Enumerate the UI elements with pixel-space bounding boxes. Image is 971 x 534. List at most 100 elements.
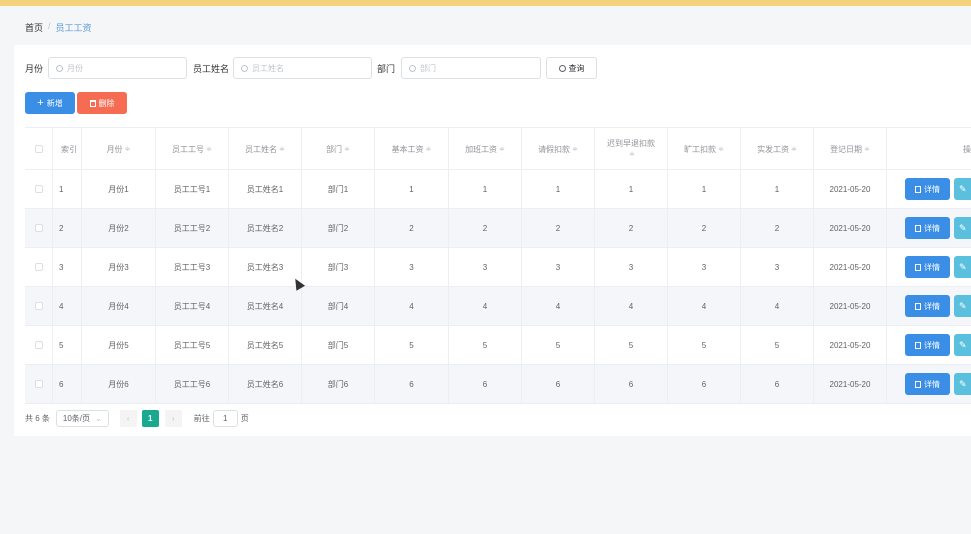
search-icon [241, 64, 248, 72]
edit-button[interactable]: ✎ [954, 256, 971, 278]
department-input[interactable]: 部门 [401, 57, 541, 79]
goto-page-input[interactable]: 1 [212, 409, 238, 427]
cell-leave: 2 [522, 209, 595, 247]
row-checkbox[interactable] [34, 341, 43, 349]
header-leave-deduction[interactable]: 请假扣款 ≑ [522, 128, 595, 170]
cell-emp-name: 员工姓名6 [229, 365, 302, 403]
row-checkbox[interactable] [34, 302, 43, 310]
sort-icon[interactable]: ≑ [864, 144, 870, 155]
cell-emp-name: 员工姓名4 [229, 287, 302, 325]
detail-button[interactable]: 详情 [905, 256, 950, 278]
table-header: 索引 月份 ≑ 员工工号 ≑ 员工姓名 ≑ 部门 ≑ 基本工资 ≑ 加班工资 ≑ 请假扣款 ≑… [25, 127, 971, 170]
edit-button[interactable]: ✎ [954, 295, 971, 317]
header-register-date[interactable]: 登记日期 ≑ [814, 128, 887, 170]
sort-icon[interactable]: ≑ [426, 144, 432, 155]
detail-button[interactable]: 详情 [905, 334, 950, 356]
month-placeholder: 月份 [67, 63, 83, 73]
header-month[interactable]: 月份 ≑ [82, 128, 156, 170]
edit-button[interactable]: ✎ [954, 334, 971, 356]
header-actual-pay[interactable]: 实发工资 ≑ [741, 128, 814, 170]
select-all-checkbox[interactable] [34, 145, 43, 153]
edit-icon: ✎ [959, 339, 967, 350]
toolbar: + 新增 删除 [25, 92, 127, 114]
breadcrumb-current[interactable]: 员工工资 [56, 21, 92, 34]
row-checkbox[interactable] [34, 380, 43, 388]
page-size-select[interactable]: 10条/页 ⌄ [55, 409, 109, 427]
goto-label: 前往 [193, 413, 210, 423]
sort-icon[interactable]: ≑ [344, 144, 350, 155]
next-page-button[interactable]: › [164, 409, 182, 427]
delete-button[interactable]: 删除 [77, 92, 127, 114]
cell-dept: 部门5 [302, 326, 375, 364]
employee-name-input[interactable]: 员工姓名 [233, 57, 372, 79]
page-number-current[interactable]: 1 [141, 409, 159, 427]
month-label: 月份 [25, 63, 44, 74]
cell-absent: 4 [668, 287, 741, 325]
header-employee-no[interactable]: 员工工号 ≑ [156, 128, 229, 170]
sort-icon[interactable]: ≑ [279, 144, 285, 155]
cell-index: 6 [53, 365, 82, 403]
cell-emp-no: 员工工号2 [156, 209, 229, 247]
header-employee-name[interactable]: 员工姓名 ≑ [229, 128, 302, 170]
employee-name-label: 员工姓名 [193, 63, 230, 74]
cell-base: 6 [375, 365, 449, 403]
page-size-value: 10条/页 [62, 413, 91, 423]
month-input[interactable]: 月份 [48, 57, 187, 79]
edit-icon: ✎ [959, 300, 967, 311]
table-row: 1 月份1 员工工号1 员工姓名1 部门1 1 1 1 1 1 1 2021-05-20 详情 ✎ [25, 170, 971, 209]
table-row: 3 月份3 员工工号3 员工姓名3 部门3 3 3 3 3 3 3 2021-05-20 详情 ✎ [25, 248, 971, 287]
cell-overtime: 3 [449, 248, 522, 286]
detail-button[interactable]: 详情 [905, 178, 950, 200]
prev-page-button[interactable]: ‹ [119, 409, 137, 427]
add-button[interactable]: + 新增 [25, 92, 75, 114]
detail-button-label: 详情 [924, 379, 940, 389]
header-absence-deduction[interactable]: 旷工扣款 ≑ [668, 128, 741, 170]
detail-button[interactable]: 详情 [905, 217, 950, 239]
header-overtime-pay[interactable]: 加班工资 ≑ [449, 128, 522, 170]
detail-button-label: 详情 [924, 223, 940, 233]
cell-base: 2 [375, 209, 449, 247]
edit-icon: ✎ [959, 222, 967, 233]
detail-button[interactable]: 详情 [905, 295, 950, 317]
row-checkbox[interactable] [34, 263, 43, 271]
total-count: 共 6 条 [25, 413, 50, 423]
edit-button[interactable]: ✎ [954, 217, 971, 239]
header-base-salary[interactable]: 基本工资 ≑ [375, 128, 449, 170]
row-select-cell [25, 326, 53, 364]
edit-button[interactable]: ✎ [954, 373, 971, 395]
row-select-cell [25, 209, 53, 247]
breadcrumb-home[interactable]: 首页 [25, 21, 43, 34]
query-button[interactable]: 查询 [546, 57, 597, 79]
cell-index: 3 [53, 248, 82, 286]
cell-operations: 详情 ✎ [887, 326, 971, 364]
sort-icon[interactable]: ≑ [572, 144, 578, 155]
header-late-deduction[interactable]: 迟到早退扣款 ≑ [595, 128, 668, 170]
salary-table: 索引 月份 ≑ 员工工号 ≑ 员工姓名 ≑ 部门 ≑ 基本工资 ≑ 加班工资 ≑ 请假扣款 ≑… [25, 127, 971, 404]
row-checkbox[interactable] [34, 185, 43, 193]
cell-emp-no: 员工工号1 [156, 170, 229, 208]
cell-base: 4 [375, 287, 449, 325]
top-accent-bar [0, 0, 971, 6]
department-placeholder: 部门 [420, 63, 436, 73]
edit-button[interactable]: ✎ [954, 178, 971, 200]
sort-icon[interactable]: ≑ [718, 144, 724, 155]
cell-base: 3 [375, 248, 449, 286]
cell-absent: 5 [668, 326, 741, 364]
cell-dept: 部门3 [302, 248, 375, 286]
chevron-down-icon: ⌄ [95, 413, 102, 423]
cell-date: 2021-05-20 [814, 365, 887, 403]
sort-icon[interactable]: ≑ [206, 144, 212, 155]
sort-icon[interactable]: ≑ [125, 144, 131, 155]
detail-button[interactable]: 详情 [905, 373, 950, 395]
sort-icon[interactable]: ≑ [791, 144, 797, 155]
edit-icon: ✎ [959, 261, 967, 272]
row-checkbox[interactable] [34, 224, 43, 232]
header-department[interactable]: 部门 ≑ [302, 128, 375, 170]
header-operations-label: 操 [963, 144, 971, 154]
cell-month: 月份2 [82, 209, 156, 247]
cell-base: 1 [375, 170, 449, 208]
sort-icon[interactable]: ≑ [499, 144, 505, 155]
cell-dept: 部门6 [302, 365, 375, 403]
sort-icon[interactable]: ≑ [629, 149, 635, 160]
cell-date: 2021-05-20 [814, 248, 887, 286]
